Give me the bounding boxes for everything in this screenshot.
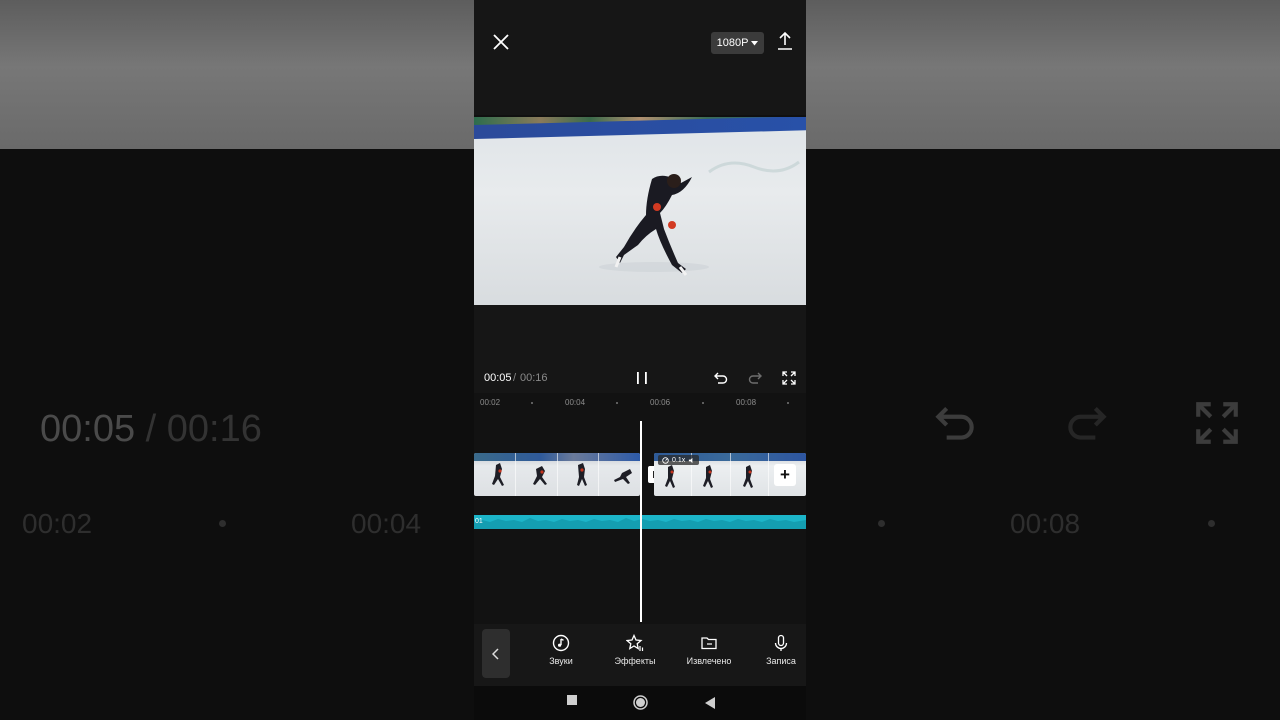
ghost-fullscreen-icon: [1196, 402, 1238, 444]
ghost-undo-icon: [935, 406, 974, 440]
ghost-tick: 00:08: [1010, 508, 1081, 539]
ghost-dot: [1208, 520, 1215, 527]
playback-controls: 00:05 / 00:16: [474, 366, 806, 392]
system-nav-bar: [474, 686, 806, 720]
resolution-dropdown[interactable]: 1080P: [711, 32, 764, 54]
phone-screen: 1080P 00:05 / 00:16 00:02 00:04 00:06 00…: [474, 0, 806, 720]
ruler-tick: 00:02: [480, 398, 501, 407]
ruler-dot: [531, 402, 533, 404]
ruler-dot: [787, 402, 789, 404]
total-time: 00:16: [520, 372, 548, 384]
undo-icon[interactable]: [713, 370, 729, 386]
tool-label: Звуки: [549, 656, 573, 666]
chevron-down-icon: [751, 40, 759, 45]
fullscreen-icon[interactable]: [781, 370, 797, 386]
music-note-icon: [552, 634, 570, 652]
ruler-dot: [702, 402, 704, 404]
pause-icon[interactable]: [635, 371, 649, 385]
ghost-time-display: 00:05 / 00:16: [40, 408, 262, 450]
time-separator: /: [513, 372, 517, 384]
tool-label: Извлечено: [686, 656, 732, 666]
ruler-tick: 00:06: [650, 398, 671, 407]
ghost-dot: [878, 520, 885, 527]
ruler-tick: 00:04: [565, 398, 586, 407]
playhead[interactable]: [640, 421, 642, 622]
ruler-dot: [616, 402, 618, 404]
recents-icon[interactable]: [567, 695, 577, 705]
tool-effects[interactable]: Эффекты: [600, 634, 670, 666]
tool-label: Записа: [766, 656, 796, 666]
ghost-tick: 00:04: [351, 508, 422, 539]
tool-record[interactable]: Записа: [746, 634, 806, 666]
video-clip-1[interactable]: [474, 453, 640, 496]
ghost-dot: [219, 520, 226, 527]
resolution-label: 1080P: [716, 37, 749, 49]
toolbar-back-button[interactable]: [482, 629, 510, 678]
ruler-tick: 00:08: [736, 398, 757, 407]
chevron-left-icon: [492, 647, 499, 660]
video-preview[interactable]: [474, 117, 806, 305]
redo-icon[interactable]: [747, 370, 763, 386]
close-icon[interactable]: [491, 32, 511, 52]
microphone-icon: [774, 634, 788, 651]
star-effects-icon: [626, 634, 644, 651]
bottom-toolbar: Звуки Эффекты Извлечено Записа: [474, 624, 806, 686]
home-icon[interactable]: [633, 695, 648, 710]
add-clip-button[interactable]: +: [774, 464, 796, 486]
clip-thumbnails: [492, 463, 632, 486]
folder-icon: [701, 637, 717, 650]
skater-figure: [599, 174, 709, 276]
export-icon[interactable]: [776, 31, 794, 51]
tool-sounds[interactable]: Звуки: [526, 634, 596, 666]
ghost-tick: 00:02: [22, 508, 93, 539]
back-icon[interactable]: [705, 697, 715, 709]
current-time: 00:05: [484, 372, 512, 384]
audio-track-label: 01: [475, 518, 483, 525]
ghost-redo-icon: [1068, 406, 1107, 440]
top-bar: [474, 0, 806, 115]
tool-label: Эффекты: [614, 656, 656, 666]
tool-extracted[interactable]: Извлечено: [674, 634, 744, 666]
